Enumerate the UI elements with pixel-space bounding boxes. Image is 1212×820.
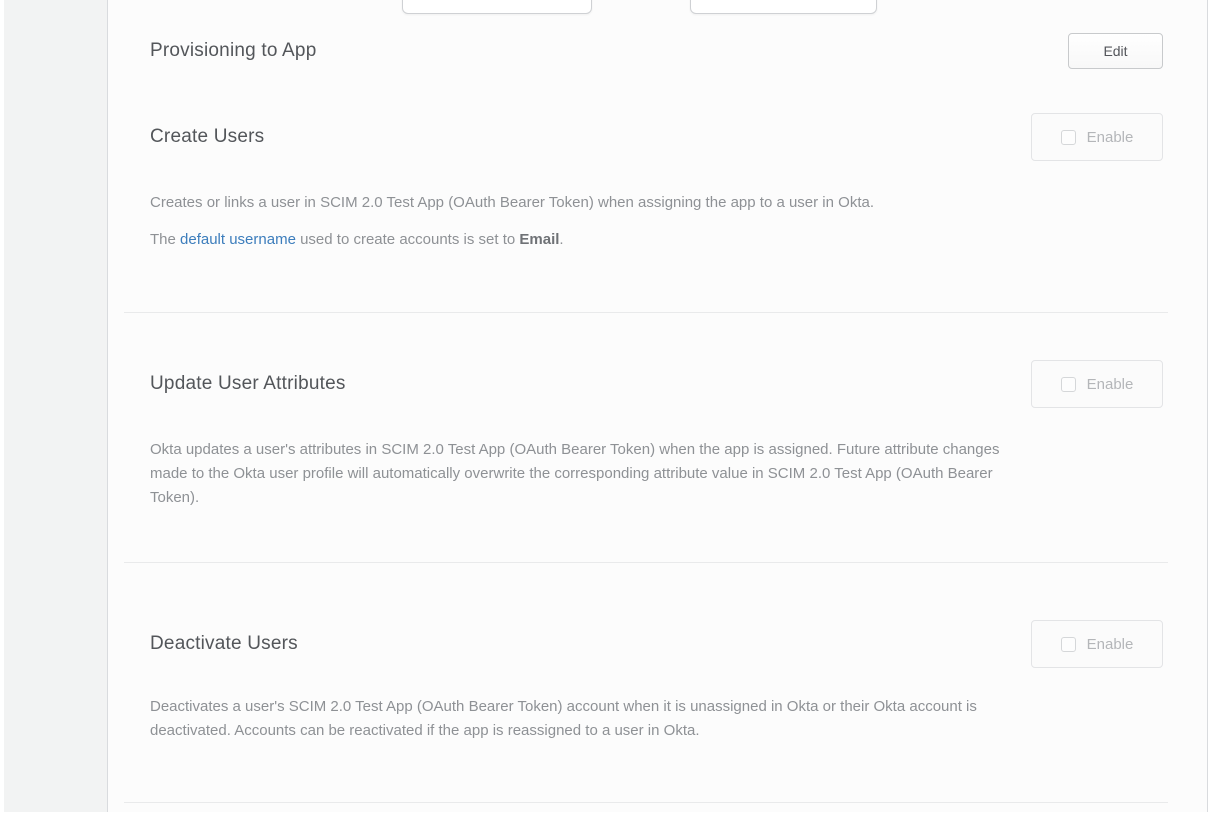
- enable-checkbox[interactable]: [1061, 637, 1076, 652]
- provisioning-header-section: Provisioning to App Edit Create Users En…: [108, 0, 1207, 252]
- deactivate-users-description: Deactivates a user's SCIM 2.0 Test App (…: [150, 695, 1163, 743]
- enable-checkbox[interactable]: [1061, 377, 1076, 392]
- cropped-field-right[interactable]: [690, 0, 877, 14]
- note-prefix: The: [150, 231, 180, 248]
- left-sidebar: [4, 0, 107, 812]
- create-users-enable-toggle[interactable]: Enable: [1031, 113, 1163, 161]
- default-username-link[interactable]: default username: [180, 231, 296, 248]
- username-value: Email: [519, 231, 559, 248]
- deactivate-users-section: Deactivate Users Enable Deactivates a us…: [108, 620, 1207, 743]
- update-user-attributes-row: Update User Attributes Enable: [150, 360, 1163, 408]
- note-middle: used to create accounts is set to: [296, 231, 519, 248]
- deactivate-users-enable-toggle[interactable]: Enable: [1031, 620, 1163, 668]
- create-users-title: Create Users: [150, 126, 264, 148]
- section-divider: [124, 562, 1168, 563]
- enable-toggle-label: Enable: [1087, 129, 1134, 146]
- provisioning-header-row: Provisioning to App Edit: [150, 33, 1163, 69]
- provisioning-settings-panel: Provisioning to App Edit Create Users En…: [107, 0, 1208, 812]
- update-user-attributes-description: Okta updates a user's attributes in SCIM…: [150, 438, 1163, 510]
- section-divider: [124, 312, 1168, 313]
- update-attributes-enable-toggle[interactable]: Enable: [1031, 360, 1163, 408]
- update-user-attributes-section: Update User Attributes Enable Okta updat…: [108, 360, 1207, 510]
- default-username-note: The default username used to create acco…: [150, 228, 1163, 252]
- enable-toggle-label: Enable: [1087, 376, 1134, 393]
- deactivate-users-title: Deactivate Users: [150, 633, 298, 655]
- page-title: Provisioning to App: [150, 40, 316, 62]
- section-divider: [124, 802, 1168, 803]
- create-users-row: Create Users Enable: [150, 113, 1163, 161]
- cropped-field-left[interactable]: [402, 0, 592, 14]
- update-user-attributes-title: Update User Attributes: [150, 373, 346, 395]
- enable-checkbox[interactable]: [1061, 130, 1076, 145]
- note-suffix: .: [559, 231, 563, 248]
- create-users-description: Creates or links a user in SCIM 2.0 Test…: [150, 191, 1163, 215]
- deactivate-users-row: Deactivate Users Enable: [150, 620, 1163, 668]
- edit-button[interactable]: Edit: [1068, 33, 1163, 69]
- enable-toggle-label: Enable: [1087, 636, 1134, 653]
